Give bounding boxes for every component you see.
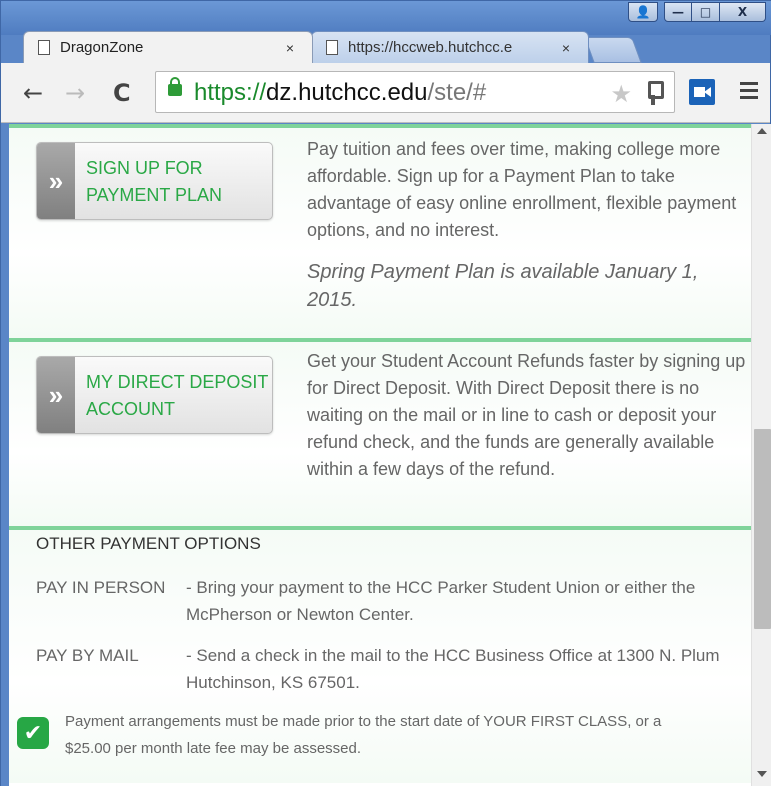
hamburger-menu-icon[interactable]	[740, 82, 758, 85]
scroll-down-arrow-icon[interactable]	[757, 771, 767, 777]
tab-title: DragonZone	[60, 39, 144, 56]
direct-deposit-button[interactable]: » MY DIRECT DEPOSIT ACCOUNT	[36, 356, 273, 434]
url-scheme: https://	[194, 79, 267, 106]
tab-hccweb[interactable]: https://hccweb.hutchcc.e ×	[311, 31, 589, 63]
window-controls: 👤 — □ X	[628, 2, 766, 22]
section-heading: OTHER PAYMENT OPTIONS	[36, 534, 261, 553]
browser-window: 👤 — □ X DragonZone × https://hccweb.hutc…	[0, 0, 771, 786]
option-label: PAY IN PERSON	[36, 578, 166, 597]
check-icon: ✔	[17, 717, 49, 749]
close-tab-icon[interactable]: ×	[280, 40, 300, 56]
page-icon	[38, 40, 50, 55]
tab-dragonzone[interactable]: DragonZone ×	[23, 31, 313, 63]
new-tab-button[interactable]	[584, 37, 642, 63]
vertical-scrollbar[interactable]	[751, 124, 771, 786]
close-tab-icon[interactable]: ×	[556, 40, 576, 56]
browser-toolbar: ← → C https://dz.hutchcc.edu/ste/# ★	[1, 63, 770, 123]
close-window-button[interactable]: X	[720, 2, 766, 22]
url-host: dz.hutchcc.edu	[266, 79, 428, 106]
button-label: SIGN UP FOR PAYMENT PLAN	[86, 158, 223, 205]
chevron-right-icon: »	[37, 143, 75, 219]
user-profile-icon[interactable]: 👤	[628, 2, 658, 22]
late-fee-disclaimer: Payment arrangements must be made prior …	[65, 713, 662, 757]
option-text: - Bring your payment to the HCC Parker S…	[186, 578, 696, 624]
chevron-right-icon: »	[37, 357, 75, 433]
maximize-button[interactable]: □	[692, 2, 720, 22]
page-content: » SIGN UP FOR PAYMENT PLAN Pay tuition a…	[1, 124, 751, 786]
button-label: MY DIRECT DEPOSIT ACCOUNT	[86, 372, 269, 419]
sign-up-payment-plan-button[interactable]: » SIGN UP FOR PAYMENT PLAN	[36, 142, 273, 220]
other-payment-options-section: OTHER PAYMENT OPTIONS PAY IN PERSON - Br…	[9, 526, 751, 783]
payment-plan-note: Spring Payment Plan is available January…	[307, 261, 699, 311]
page-icon	[326, 40, 338, 55]
scrollbar-thumb[interactable]	[754, 429, 771, 629]
address-bar[interactable]: https://dz.hutchcc.edu/ste/# ★	[155, 71, 675, 113]
scroll-up-arrow-icon[interactable]	[757, 128, 767, 134]
option-text: - Send a check in the mail to the HCC Bu…	[186, 646, 720, 692]
extension-pin-icon[interactable]	[646, 81, 664, 105]
video-camera-icon[interactable]	[689, 79, 715, 105]
lock-icon	[168, 77, 182, 96]
minimize-button[interactable]: —	[664, 2, 692, 22]
option-label: PAY BY MAIL	[36, 646, 139, 665]
payment-plan-description: Pay tuition and fees over time, making c…	[307, 139, 737, 240]
reload-icon[interactable]: C	[113, 79, 131, 107]
back-arrow-icon[interactable]: ←	[23, 79, 43, 107]
forward-arrow-icon[interactable]: →	[65, 79, 85, 107]
direct-deposit-description: Get your Student Account Refunds faster …	[307, 351, 746, 479]
url-text: https://dz.hutchcc.edu/ste/#	[194, 79, 486, 107]
bookmark-star-icon[interactable]: ★	[610, 80, 632, 109]
title-bar: 👤 — □ X	[1, 1, 771, 35]
url-path: /ste/#	[427, 79, 487, 106]
tab-title: https://hccweb.hutchcc.e	[348, 39, 513, 56]
payment-plan-section: » SIGN UP FOR PAYMENT PLAN Pay tuition a…	[9, 124, 751, 338]
direct-deposit-section: » MY DIRECT DEPOSIT ACCOUNT Get your Stu…	[9, 338, 751, 526]
